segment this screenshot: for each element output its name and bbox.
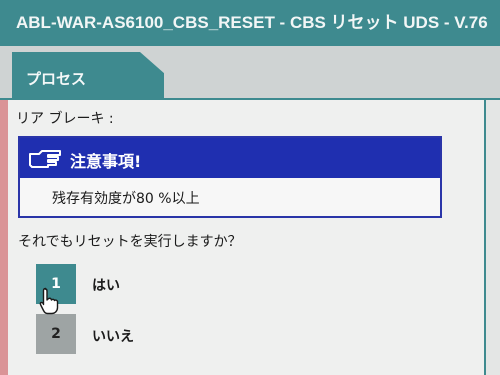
no-button-number: 2	[51, 326, 61, 342]
yes-label[interactable]: はい	[92, 275, 120, 295]
hand-cursor-icon	[39, 287, 59, 315]
tab-process[interactable]: プロセス	[12, 52, 164, 100]
tab-process-label: プロセス	[26, 70, 87, 88]
notice-title: 注意事項!	[70, 152, 142, 171]
notice-body: 残存有効度が80 %以上	[52, 191, 200, 207]
window-title: ABL-WAR-AS6100_CBS_RESET - CBS リセット UDS …	[16, 13, 488, 32]
notice-header: 注意事項!	[20, 138, 440, 178]
tab-bar: プロセス	[0, 46, 500, 100]
window-title-bar: ABL-WAR-AS6100_CBS_RESET - CBS リセット UDS …	[0, 0, 500, 46]
side-panel-edge	[486, 100, 500, 375]
notice-box: 注意事項! 残存有効度が80 %以上	[18, 136, 442, 218]
no-label[interactable]: いいえ	[92, 326, 134, 346]
no-button[interactable]: 2	[36, 314, 76, 354]
confirm-question: それでもリセットを実行しますか？	[18, 234, 242, 250]
screen-edge	[0, 100, 8, 375]
pointing-hand-icon	[29, 150, 61, 168]
section-label: リア ブレーキ :	[16, 111, 114, 127]
